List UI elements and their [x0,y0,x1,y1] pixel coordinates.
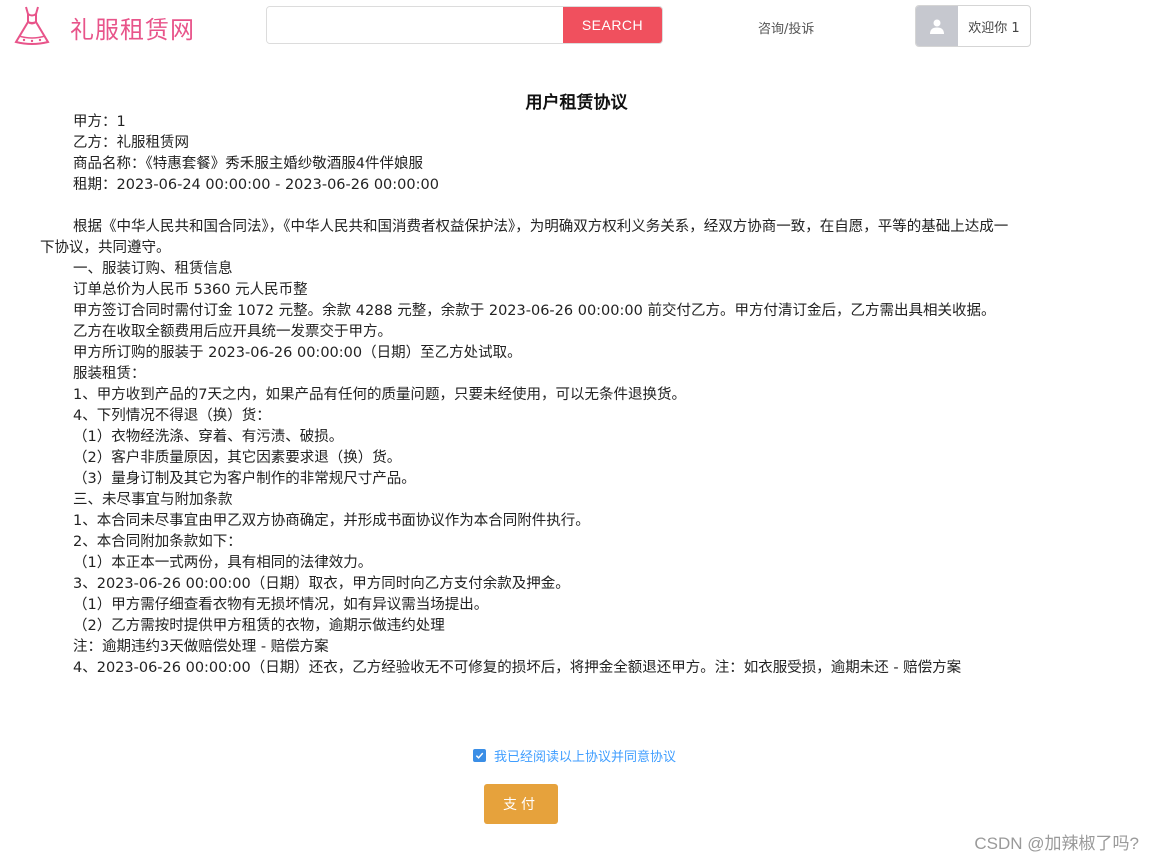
agree-label[interactable]: 我已经阅读以上协议并同意协议 [494,746,676,765]
search-box: SEARCH [266,6,663,44]
pay-button[interactable]: 支付 [484,784,558,824]
search-input[interactable] [267,7,563,43]
clause-line: （2）客户非质量原因，其它因素要求退（换）货。 [73,450,402,466]
party-a: 甲方：1 [73,114,126,130]
clause-line: （3）量身订制及其它为客户制作的非常规尺寸产品。 [73,471,416,487]
check-icon [475,752,484,759]
dress-logo-icon [14,6,50,45]
clause-line: 服装租赁： [73,366,146,382]
clause-line: 乙方在收取全额费用后应开具统一发票交于甲方。 [73,324,392,340]
avatar [916,6,958,46]
clause-line: 4、下列情况不得退（换）货： [73,408,271,424]
agreement-title: 用户租赁协议 [525,93,628,113]
clause-line: 3、2023-06-26 00:00:00（日期）取衣，甲方同时向乙方支付余款及… [73,576,570,592]
agree-row: 我已经阅读以上协议并同意协议 [0,746,1153,765]
agree-control[interactable]: 我已经阅读以上协议并同意协议 [472,746,676,765]
agreement-body: 甲方：1 乙方：礼服租赁网 商品名称：《特惠套餐》秀禾服主婚纱敬酒服4件伴娘服 … [40,112,1010,679]
clause-line: 一、服装订购、租赁信息 [73,261,233,277]
product-name: 商品名称：《特惠套餐》秀禾服主婚纱敬酒服4件伴娘服 [73,156,423,172]
clause-line: 1、甲方收到产品的7天之内，如果产品有任何的质量问题，只要未经使用，可以无条件退… [73,387,686,403]
clause-line: （1）衣物经洗涤、穿着、有污渍、破损。 [73,429,344,445]
clause-line: 订单总价为人民币 5360 元人民币整 [73,282,308,298]
clause-line: 甲方签订合同时需付订金 1072 元整。余款 4288 元整，余款于 2023-… [73,303,996,319]
clause-line: 三、未尽事宜与附加条款 [73,492,233,508]
watermark: CSDN @加辣椒了吗? [974,834,1139,853]
clause-line: （2）乙方需按时提供甲方租赁的衣物，逾期示做违约处理 [73,618,445,634]
clause-intro: 根据《中华人民共和国合同法》，《中华人民共和国消费者权益保护法》，为明确双方权利… [40,219,1009,256]
user-menu[interactable]: 欢迎你 1 [915,5,1031,47]
search-button[interactable]: SEARCH [563,7,662,43]
clause-line: 注：逾期违约3天做赔偿处理 - 赔偿方案 [73,639,329,655]
header: 礼服租赁网 SEARCH 咨询/投诉 欢迎你 1 [0,0,1153,56]
clause-line: 1、本合同未尽事宜由甲乙双方协商确定，并形成书面协议作为本合同附件执行。 [73,513,590,529]
user-icon [930,19,944,34]
rental-period: 租期：2023-06-24 00:00:00 - 2023-06-26 00:0… [73,177,439,193]
clause-line: （1）本正本一式两份，具有相同的法律效力。 [73,555,373,571]
agree-checkbox[interactable] [472,749,486,762]
clause-line: （1）甲方需仔细查看衣物有无损坏情况，如有异议需当场提出。 [73,597,489,613]
consult-complaint-link[interactable]: 咨询/投诉 [758,18,814,37]
brand-name[interactable]: 礼服租赁网 [70,10,195,45]
welcome-text: 欢迎你 1 [968,20,1020,36]
clause-line: 4、2023-06-26 00:00:00（日期）还衣，乙方经验收无不可修复的损… [73,660,962,676]
party-b: 乙方：礼服租赁网 [73,135,189,151]
clause-line: 2、本合同附加条款如下： [73,534,242,550]
clause-line: 甲方所订购的服装于 2023-06-26 00:00:00（日期）至乙方处试取。 [73,345,522,361]
